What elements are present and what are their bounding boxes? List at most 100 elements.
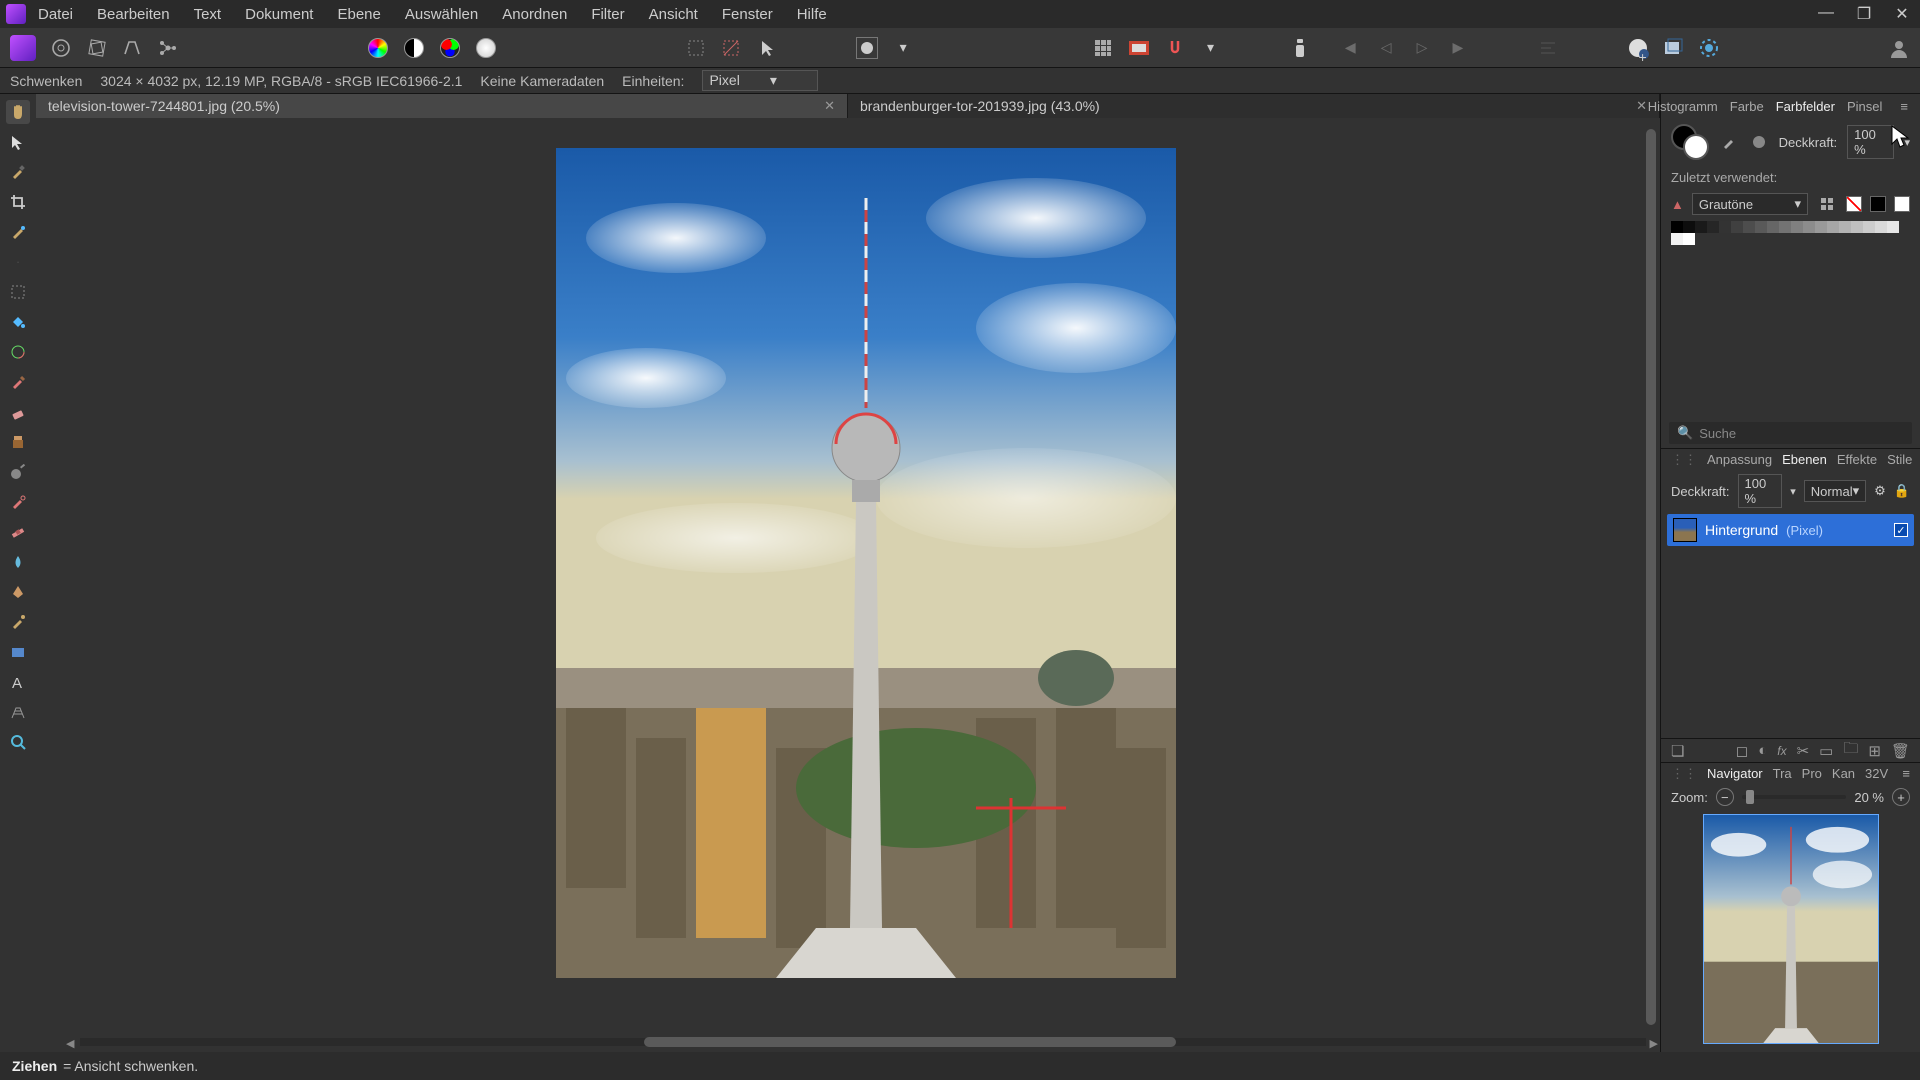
auto-select-icon[interactable] [756, 37, 778, 59]
color-rgb-icon[interactable] [439, 37, 461, 59]
selection-none-icon[interactable] [685, 37, 707, 59]
healing-tool-icon[interactable] [6, 520, 30, 544]
tone-map-persona-icon[interactable] [122, 37, 144, 59]
scroll-right-icon[interactable]: ▶ [1650, 1037, 1658, 1050]
flood-fill-tool-icon[interactable] [6, 310, 30, 334]
blur-tool-icon[interactable] [6, 550, 30, 574]
color-bw-icon[interactable] [403, 37, 425, 59]
menu-window[interactable]: Fenster [722, 6, 773, 23]
close-button[interactable]: ✕ [1890, 4, 1914, 24]
tab-swatches[interactable]: Farbfelder [1776, 99, 1835, 114]
none-swatch[interactable] [1846, 196, 1862, 212]
color-picker-tool-icon[interactable] [6, 160, 30, 184]
quick-mask-icon[interactable] [856, 37, 878, 59]
tab-adjustment[interactable]: Anpassung [1707, 452, 1772, 467]
navigator-preview[interactable] [1703, 814, 1879, 1044]
tab-effects[interactable]: Effekte [1837, 452, 1877, 467]
grid-view-icon[interactable] [1092, 37, 1114, 59]
zoom-out-button[interactable]: − [1716, 788, 1734, 806]
tab-close-icon[interactable]: ✕ [824, 98, 835, 114]
minimize-button[interactable]: — [1814, 4, 1838, 24]
menu-help[interactable]: Hilfe [797, 6, 827, 23]
swatch[interactable] [1815, 221, 1827, 233]
units-select[interactable]: Pixel ▾ [702, 70, 817, 91]
menu-text[interactable]: Text [194, 6, 222, 23]
add-shape-icon[interactable]: + [1627, 37, 1649, 59]
tab-channels[interactable]: Kan [1832, 766, 1855, 781]
snapping-icon[interactable] [1164, 37, 1186, 59]
layer-opacity-dropdown-icon[interactable]: ▾ [1790, 485, 1796, 498]
assets-icon[interactable] [1128, 37, 1150, 59]
document-tab-1[interactable]: television-tower-7244801.jpg (20.5%) ✕ [36, 94, 848, 118]
eyedropper-icon[interactable] [1719, 131, 1739, 153]
order-backward-icon[interactable]: ◁ [1375, 37, 1397, 59]
crop-tool-icon[interactable] [6, 190, 30, 214]
swatch[interactable] [1719, 221, 1731, 233]
swatch[interactable] [1671, 233, 1683, 245]
rectangle-tool-icon[interactable] [6, 640, 30, 664]
delete-layer-icon[interactable]: 🗑 [1891, 742, 1910, 760]
tab-styles[interactable]: Stile [1887, 452, 1912, 467]
gear-icon[interactable]: ⚙ [1874, 483, 1886, 499]
menu-arrange[interactable]: Anordnen [502, 6, 567, 23]
mask-layer-icon[interactable]: ◻ [1736, 742, 1748, 760]
tab-32v[interactable]: 32V [1865, 766, 1888, 781]
order-forward-icon[interactable]: ▷ [1411, 37, 1433, 59]
add-layer-icon[interactable]: ⊞ [1868, 742, 1881, 760]
paint-brush-tool-icon[interactable] [6, 370, 30, 394]
zoom-tool-icon[interactable] [6, 730, 30, 754]
clone-tool-icon[interactable] [6, 430, 30, 454]
tab-transform[interactable]: Tra [1773, 766, 1792, 781]
hand-tool-icon[interactable] [6, 100, 30, 124]
layer-stack-icon[interactable]: ❏ [1671, 742, 1684, 760]
scroll-left-icon[interactable]: ◀ [66, 1037, 74, 1050]
dodge-tool-icon[interactable] [6, 460, 30, 484]
swatch[interactable] [1695, 221, 1707, 233]
color-format-icon[interactable] [367, 37, 389, 59]
export-persona-icon[interactable] [157, 37, 179, 59]
swatch[interactable] [1875, 221, 1887, 233]
lock-icon[interactable]: 🔒 [1894, 483, 1910, 499]
swatch[interactable] [1851, 221, 1863, 233]
panel-menu-icon[interactable]: ≡ [1900, 99, 1908, 114]
panel-menu-icon[interactable]: ≡ [1902, 766, 1910, 781]
layer-row[interactable]: Hintergrund (Pixel) ✓ [1667, 514, 1914, 546]
vertical-scrollbar[interactable] [1644, 126, 1658, 1028]
tab-layers[interactable]: Ebenen [1782, 452, 1827, 467]
swatch[interactable] [1743, 221, 1755, 233]
swatch-grid[interactable] [1661, 219, 1920, 247]
dropdown-arrow-icon[interactable]: ▾ [892, 37, 914, 59]
menu-filter[interactable]: Filter [591, 6, 624, 23]
swatch[interactable] [1779, 221, 1791, 233]
swatch[interactable] [1839, 221, 1851, 233]
tab-brushes[interactable]: Pinsel [1847, 99, 1882, 114]
erase-tool-icon[interactable] [6, 400, 30, 424]
black-swatch[interactable] [1870, 196, 1886, 212]
order-front-icon[interactable]: ▶ [1447, 37, 1469, 59]
develop-persona-icon[interactable] [86, 37, 108, 59]
tab-close-icon[interactable]: ✕ [1636, 98, 1647, 114]
menu-document[interactable]: Dokument [245, 6, 313, 23]
crop-layer-icon[interactable]: ✂ [1797, 742, 1810, 760]
zoom-slider[interactable] [1742, 795, 1847, 799]
swatch[interactable] [1671, 221, 1683, 233]
white-swatch[interactable] [1894, 196, 1910, 212]
swatch[interactable] [1767, 221, 1779, 233]
menu-layer[interactable]: Ebene [337, 6, 380, 23]
snapping-dropdown-icon[interactable]: ▾ [1200, 37, 1222, 59]
palette-select[interactable]: Grautöne▾ [1692, 193, 1808, 215]
layer-visible-checkbox[interactable]: ✓ [1894, 523, 1908, 537]
document-tab-2[interactable]: brandenburger-tor-201939.jpg (43.0%) ✕ [848, 94, 1660, 118]
color-selector[interactable] [1671, 124, 1709, 160]
blend-mode-select[interactable]: Normal▾ [1804, 480, 1866, 502]
tab-color[interactable]: Farbe [1730, 99, 1764, 114]
opacity-value[interactable]: 100 % [1847, 125, 1894, 159]
account-icon[interactable] [1888, 37, 1910, 59]
selection-brush-tool-icon[interactable] [6, 220, 30, 244]
pen-tool-icon[interactable] [6, 580, 30, 604]
swatch[interactable] [1731, 221, 1743, 233]
palette-grid-icon[interactable] [1816, 193, 1838, 215]
menu-view[interactable]: Ansicht [649, 6, 698, 23]
restore-button[interactable]: ❐ [1852, 4, 1876, 24]
swatch[interactable] [1887, 221, 1899, 233]
